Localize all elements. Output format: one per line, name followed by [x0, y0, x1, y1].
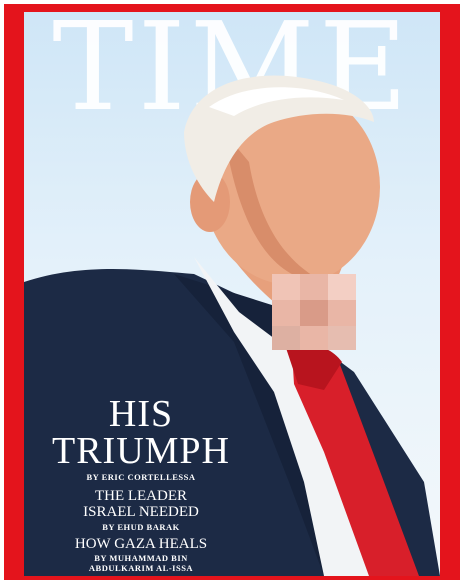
magazine-cover: TIME HIS TRIUMPH BY ERIC CORTELLESSA THE… — [0, 0, 464, 584]
story-3-byline-line-1: by MUHAMMAD BIN — [94, 553, 188, 563]
pixel-tile — [272, 274, 300, 300]
story-2-line-2: ISRAEL NEEDED — [83, 504, 199, 520]
story-2-title: THE LEADER ISRAEL NEEDED — [24, 488, 258, 520]
story-3-byline: by MUHAMMAD BIN ABDULKARIM AL-ISSA — [24, 553, 258, 573]
pixel-tile — [272, 326, 300, 350]
story-2-line-1: THE LEADER — [94, 488, 188, 504]
story-3-byline-line-2: ABDULKARIM AL-ISSA — [88, 563, 194, 573]
headline-line-1: HIS — [108, 393, 174, 435]
headline-byline: by ERIC CORTELLESSA — [86, 472, 196, 482]
pixel-tile — [328, 326, 356, 350]
cover-headline: HIS TRIUMPH — [24, 393, 258, 472]
pixel-tile — [300, 300, 328, 326]
story-3-title: HOW GAZA HEALS — [74, 536, 208, 552]
story-2-byline: by EHUD BARAK — [102, 522, 180, 532]
pixel-tile — [328, 274, 356, 300]
cover-photo: TIME HIS TRIUMPH BY ERIC CORTELLESSA THE… — [24, 12, 440, 576]
headline-line-2: TRIUMPH — [51, 430, 231, 472]
